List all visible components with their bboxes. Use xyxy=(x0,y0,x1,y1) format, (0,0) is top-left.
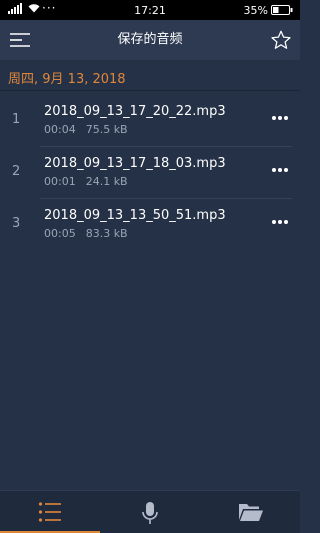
recording-index: 3 xyxy=(12,216,21,231)
more-horizontal-icon xyxy=(272,116,288,120)
date-group-label: 周四, 9月 13, 2018 xyxy=(8,72,126,87)
more-options-button[interactable] xyxy=(270,162,290,178)
recording-item[interactable]: 2 2018_09_13_17_18_03.mp3 00:01 24.1 kB xyxy=(0,148,300,199)
recording-duration: 00:04 xyxy=(44,123,76,136)
recording-meta: 00:04 75.5 kB xyxy=(44,123,128,136)
list-icon xyxy=(38,502,61,522)
bottom-nav xyxy=(0,490,300,533)
app-screen: ··· 17:21 35% 保存的音频 周四, 9月 13, 2018 1 20… xyxy=(0,0,300,533)
recording-meta: 00:05 83.3 kB xyxy=(44,227,128,240)
recording-size: 24.1 kB xyxy=(85,175,128,188)
recording-duration: 00:05 xyxy=(44,227,76,240)
nav-files-tab[interactable] xyxy=(200,491,300,533)
battery-percent: 35% xyxy=(243,4,268,17)
more-horizontal-icon xyxy=(272,168,288,172)
recording-index: 1 xyxy=(12,112,21,127)
recording-size: 75.5 kB xyxy=(85,123,128,136)
more-options-button[interactable] xyxy=(270,214,290,230)
divider xyxy=(0,90,300,91)
divider xyxy=(40,146,292,147)
more-options-button[interactable] xyxy=(270,110,290,126)
recording-meta: 00:01 24.1 kB xyxy=(44,175,128,188)
microphone-icon xyxy=(142,502,158,524)
recording-index: 2 xyxy=(12,164,21,179)
folder-open-icon xyxy=(239,504,263,521)
recording-duration: 00:01 xyxy=(44,175,76,188)
recording-item[interactable]: 3 2018_09_13_13_50_51.mp3 00:05 83.3 kB xyxy=(0,200,300,250)
favorite-button[interactable] xyxy=(270,29,292,51)
recording-item[interactable]: 1 2018_09_13_17_20_22.mp3 00:04 75.5 kB xyxy=(0,96,300,147)
divider xyxy=(40,198,292,199)
page-title: 保存的音频 xyxy=(117,32,183,47)
nav-list-tab[interactable] xyxy=(0,491,100,533)
nav-record-tab[interactable] xyxy=(100,491,200,533)
recording-name: 2018_09_13_17_20_22.mp3 xyxy=(44,104,226,119)
recording-size: 83.3 kB xyxy=(85,227,128,240)
star-outline-icon xyxy=(271,30,291,49)
status-bar: ··· 17:21 35% xyxy=(0,0,300,20)
more-horizontal-icon xyxy=(272,220,288,224)
battery-icon xyxy=(271,5,293,18)
app-header: 保存的音频 xyxy=(0,20,300,60)
recording-name: 2018_09_13_13_50_51.mp3 xyxy=(44,208,226,223)
recording-list: 1 2018_09_13_17_20_22.mp3 00:04 75.5 kB 2… xyxy=(0,96,300,252)
recording-name: 2018_09_13_17_18_03.mp3 xyxy=(44,156,226,171)
